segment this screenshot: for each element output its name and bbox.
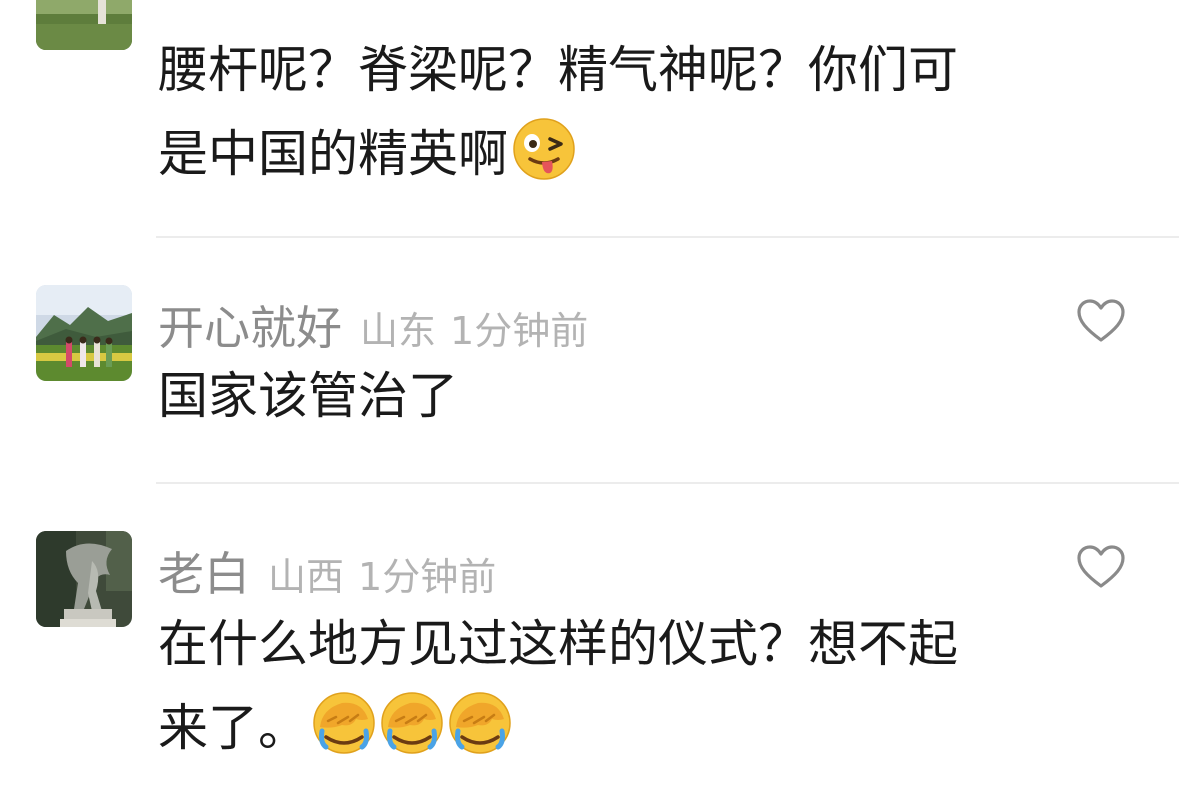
statue-photo-avatar bbox=[36, 531, 132, 627]
location: 山东 bbox=[360, 309, 437, 353]
divider bbox=[156, 482, 1179, 484]
comment-text: 国家该管治了 bbox=[158, 354, 1118, 438]
divider bbox=[156, 236, 1179, 238]
facepalm-face-icon bbox=[380, 691, 444, 755]
heart-icon bbox=[1077, 545, 1125, 588]
comment-text-line: 在什么地方见过这样的仪式？想不起 bbox=[158, 615, 958, 673]
landscape-photo-avatar bbox=[36, 285, 132, 381]
avatar[interactable] bbox=[36, 0, 132, 50]
facepalm-face-icon bbox=[448, 691, 512, 755]
comment-meta: 开心就好 山东 1分钟前 bbox=[158, 292, 588, 358]
comment-text: 腰杆呢？脊梁呢？精气神呢？你们可 是中国的精英啊 bbox=[158, 28, 1118, 196]
location-time: 山东 1分钟前 bbox=[360, 300, 588, 355]
avatar[interactable] bbox=[36, 285, 132, 381]
location: 山西 bbox=[268, 555, 345, 599]
comment-text-line: 国家该管治了 bbox=[158, 367, 458, 425]
timestamp: 1分钟前 bbox=[450, 309, 589, 353]
comment-text-line: 腰杆呢？脊梁呢？精气神呢？你们可 bbox=[158, 41, 958, 99]
username[interactable]: 开心就好 bbox=[158, 292, 342, 358]
comment-text-fragment: 是中国的精英啊 bbox=[158, 125, 508, 183]
comment-meta: 老白 山西 1分钟前 bbox=[158, 538, 496, 604]
like-button[interactable] bbox=[1076, 298, 1126, 344]
avatar[interactable] bbox=[36, 531, 132, 627]
comment-text-line: 是中国的精英啊 bbox=[158, 112, 1118, 196]
facepalm-face-icon bbox=[312, 691, 376, 755]
timestamp: 1分钟前 bbox=[358, 555, 497, 599]
like-button[interactable] bbox=[1076, 544, 1126, 590]
comment-text-line: 来了。 bbox=[158, 686, 1118, 770]
comment-text-fragment: 来了。 bbox=[158, 699, 308, 757]
comment-text: 在什么地方见过这样的仪式？想不起 来了。 bbox=[158, 602, 1118, 770]
avatar-image bbox=[36, 0, 132, 50]
location-time: 山西 1分钟前 bbox=[268, 546, 496, 601]
username[interactable]: 老白 bbox=[158, 538, 250, 604]
heart-icon bbox=[1077, 299, 1125, 342]
winking-tongue-face-icon bbox=[512, 117, 576, 181]
